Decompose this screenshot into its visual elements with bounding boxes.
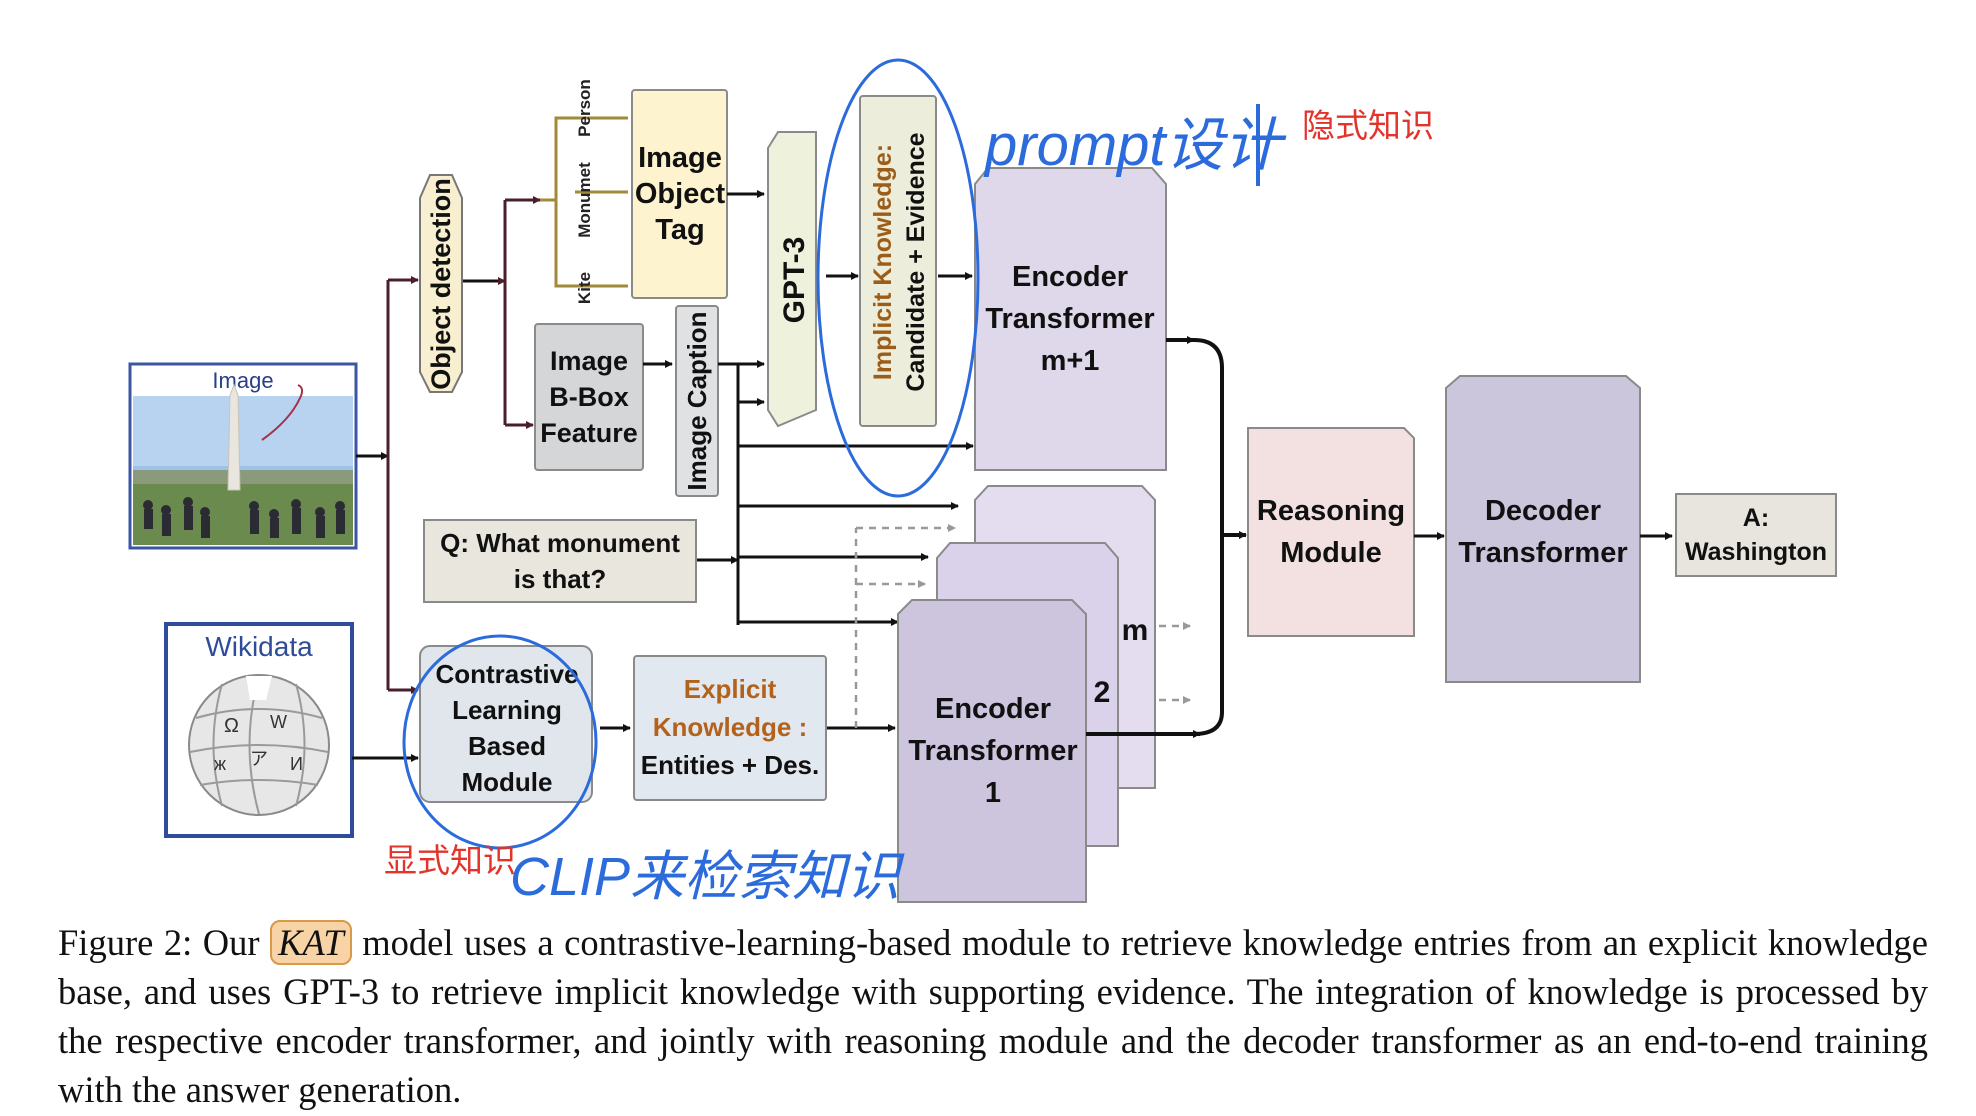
- wikidata-input: Wikidata Ω W ж ア И: [164, 622, 354, 838]
- encoder-1-line1: Encoder: [935, 693, 1051, 725]
- monument-photo: [133, 383, 353, 545]
- svg-text:W: W: [270, 712, 287, 732]
- object-tag-line3: Tag: [655, 214, 704, 246]
- prompt-handwriting: prompt设计: [983, 113, 1287, 178]
- reasoning-line1: Reasoning: [1257, 495, 1405, 527]
- decoder-line2: Transformer: [1458, 537, 1627, 569]
- explicit-cn-label: 显式知识: [384, 842, 516, 879]
- svg-text:Ω: Ω: [224, 715, 239, 737]
- explicit-line3: Entities + Des.: [641, 750, 819, 780]
- encoder-transformer-1: Encoder Transformer 1: [897, 599, 1087, 903]
- stack-label-m: m: [1122, 614, 1149, 647]
- gpt3-label: GPT-3: [778, 237, 811, 324]
- wikidata-input-label: Wikidata: [205, 631, 313, 662]
- object-tag-line2: Object: [635, 178, 726, 210]
- tag-monument: Monumet: [575, 162, 594, 238]
- answer-line2: Washington: [1685, 538, 1827, 566]
- svg-text:ж: ж: [214, 754, 226, 774]
- model-name-highlight: KAT: [270, 920, 352, 965]
- image-input-label: Image: [212, 368, 273, 393]
- figure-caption: Figure 2: Our KAT model uses a contrasti…: [58, 918, 1928, 1114]
- encoder-1-line2: Transformer: [908, 735, 1077, 767]
- encoder-m1-line2: Transformer: [985, 303, 1154, 335]
- tag-person: Person: [575, 79, 594, 137]
- decoder-transformer-node: Decoder Transformer: [1445, 375, 1641, 683]
- stack-label-2: 2: [1094, 676, 1111, 709]
- answer-line1: A:: [1743, 504, 1769, 532]
- answer-node: A: Washington: [1675, 493, 1837, 577]
- implicit-knowledge-detail: Candidate + Evidence: [902, 132, 930, 391]
- svg-text:ア: ア: [250, 749, 268, 769]
- caption-prefix: Figure 2: Our: [58, 922, 260, 963]
- image-object-tag-node: Image Object Tag: [631, 89, 728, 299]
- explicit-line1: Explicit: [684, 674, 777, 704]
- image-bbox-feature-node: Image B-Box Feature: [534, 323, 644, 471]
- svg-text:И: И: [290, 754, 303, 774]
- explicit-knowledge-node: Explicit Knowledge : Entities + Des.: [633, 655, 827, 801]
- wikipedia-globe-icon: Ω W ж ア И: [188, 674, 330, 816]
- object-detection-node: Object detection: [419, 174, 463, 393]
- clip-handwriting: CLIP来检索知识: [510, 847, 905, 907]
- implicit-knowledge-title: Implicit Knowledge:: [869, 144, 897, 380]
- encoder-1-line3: 1: [985, 777, 1001, 809]
- contrastive-line4: Module: [462, 767, 553, 797]
- object-tag-line1: Image: [638, 142, 722, 174]
- question-node: Q: What monument is that?: [423, 519, 697, 603]
- implicit-cn-label: 隐式知识: [1302, 107, 1434, 144]
- reasoning-line2: Module: [1280, 537, 1382, 569]
- contrastive-line3: Based: [468, 731, 546, 761]
- implicit-knowledge-node: Implicit Knowledge: Candidate + Evidence: [859, 95, 937, 427]
- encoder-m1-line1: Encoder: [1012, 261, 1128, 293]
- explicit-line2: Knowledge :: [653, 712, 808, 742]
- contrastive-line2: Learning: [452, 695, 562, 725]
- contrastive-line1: Contrastive: [435, 659, 578, 689]
- bbox-line3: Feature: [540, 418, 638, 448]
- question-line1: Q: What monument: [440, 528, 680, 558]
- bbox-line2: B-Box: [549, 382, 629, 412]
- image-caption-node: Image Caption: [675, 305, 719, 497]
- decoder-line1: Decoder: [1485, 495, 1601, 527]
- encoder-m1-line3: m+1: [1041, 345, 1100, 377]
- reasoning-module-node: Reasoning Module: [1247, 427, 1415, 637]
- gpt3-node: GPT-3: [767, 131, 817, 428]
- contrastive-module-node: Contrastive Learning Based Module: [419, 645, 593, 803]
- image-caption-label: Image Caption: [682, 311, 712, 490]
- bbox-line1: Image: [550, 346, 628, 376]
- image-input: Image: [128, 362, 358, 550]
- encoder-transformer-m1: Encoder Transformer m+1: [974, 167, 1167, 471]
- object-detection-label: Object detection: [426, 178, 456, 390]
- tag-kite: Kite: [575, 272, 594, 304]
- question-line2: is that?: [514, 564, 606, 594]
